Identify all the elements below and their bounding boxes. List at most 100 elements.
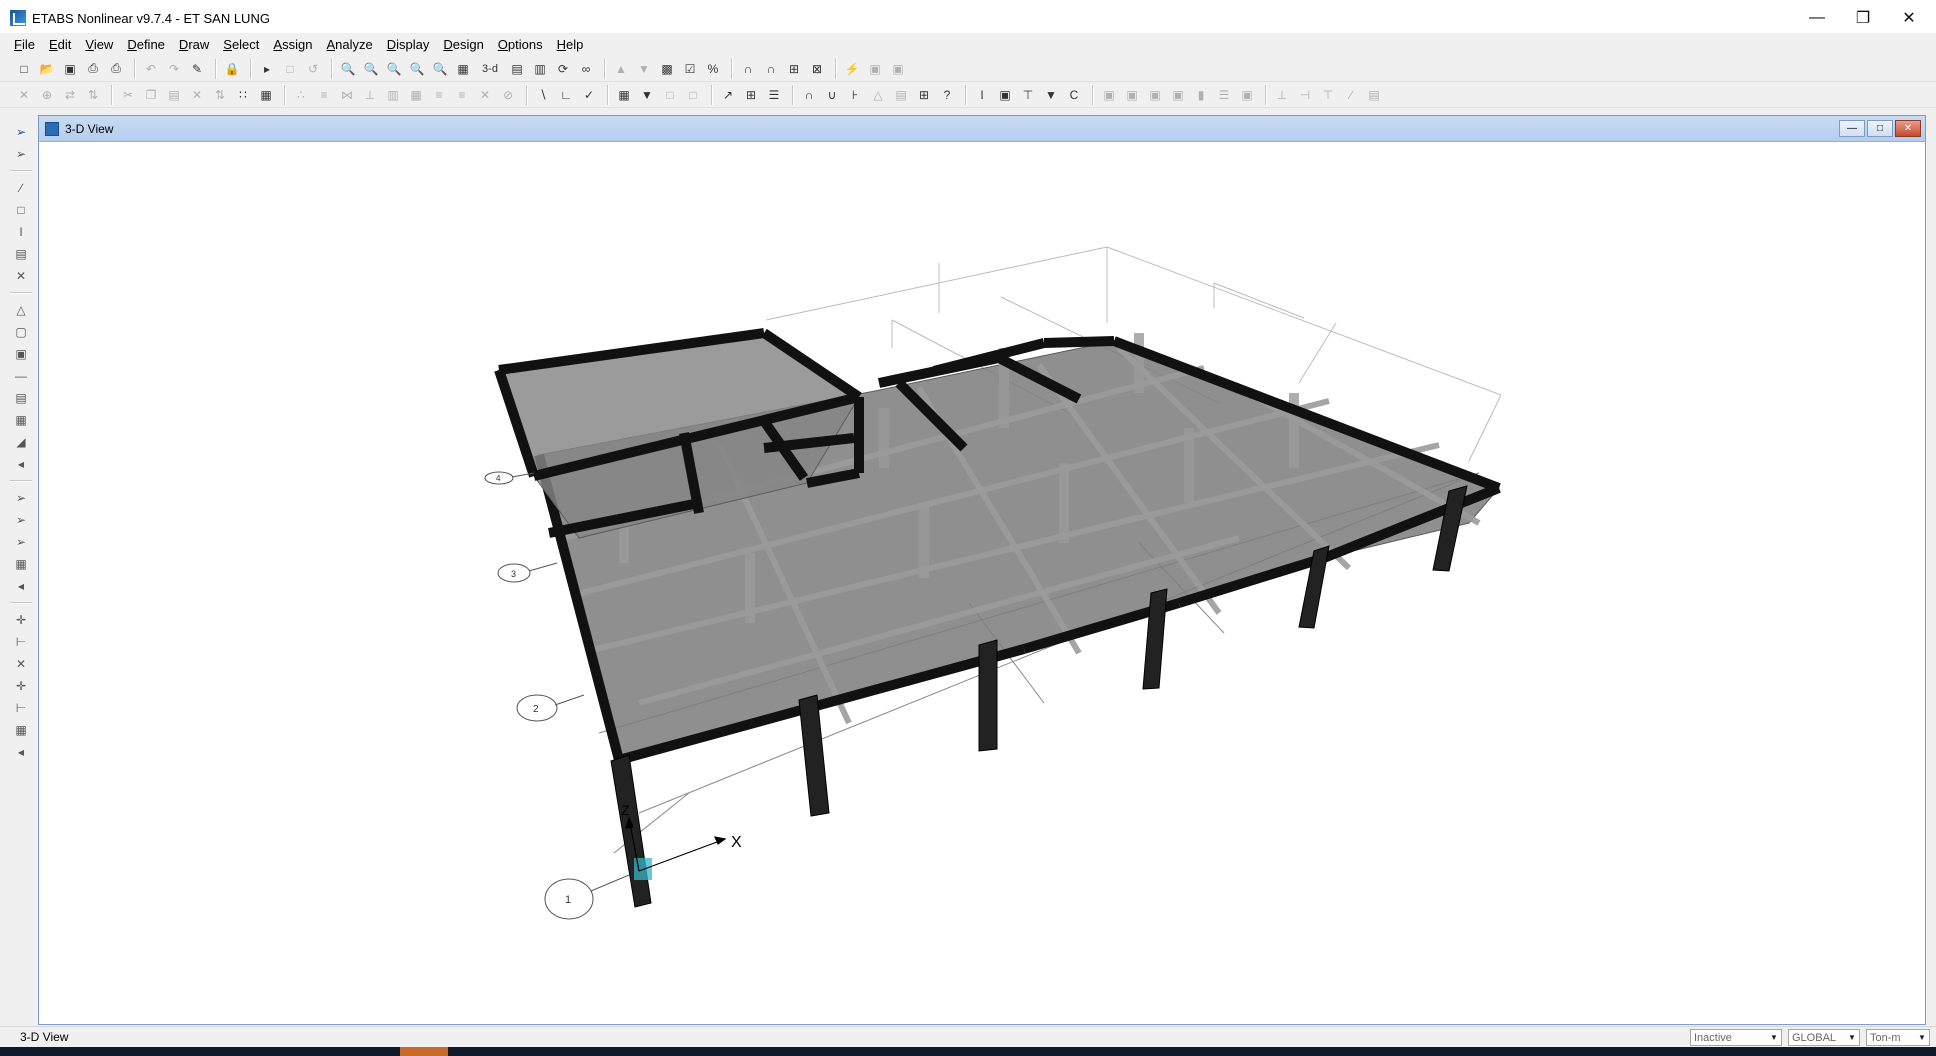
replicate-icon[interactable]: ⊕ — [37, 85, 57, 105]
snap-off-icon[interactable]: ✕ — [475, 85, 495, 105]
area-section-icon[interactable]: ▣ — [995, 85, 1015, 105]
copy-icon[interactable]: ❐ — [141, 85, 161, 105]
design-shear-icon[interactable]: ☰ — [1214, 85, 1234, 105]
draw-area-object-icon[interactable]: △ — [10, 300, 32, 320]
lightning-icon[interactable]: ⚡ — [842, 59, 862, 79]
plan-view-icon[interactable]: ▤ — [507, 59, 527, 79]
menu-draw[interactable]: Draw — [179, 37, 209, 52]
design-check-icon[interactable]: ▣ — [1237, 85, 1257, 105]
draw-line-object-icon[interactable]: ∕ — [10, 178, 32, 198]
menu-options[interactable]: Options — [498, 37, 543, 52]
get-previous-selection-icon[interactable]: ➢ — [10, 510, 32, 530]
design-steel-icon[interactable]: ▣ — [1099, 85, 1119, 105]
snap-to-ends-icon[interactable]: ⊢ — [10, 632, 32, 652]
zoom-window-icon[interactable]: 🔍 — [338, 59, 358, 79]
dimension-icon[interactable]: ⊥ — [1272, 85, 1292, 105]
link-icon[interactable]: C — [1064, 85, 1084, 105]
stories-icon[interactable]: ▦ — [256, 85, 276, 105]
snap-extension-icon[interactable]: ≡ — [429, 85, 449, 105]
snap-parallel-icon[interactable]: ≡ — [452, 85, 472, 105]
delete-object-icon[interactable]: ✕ — [187, 85, 207, 105]
more-tools-dot-icon[interactable]: ◀ — [10, 454, 32, 474]
grid-icon[interactable]: ▦ — [614, 85, 634, 105]
pan-icon[interactable]: ▦ — [453, 59, 473, 79]
snap-to-points-icon[interactable]: ✛ — [10, 610, 32, 630]
design-wall-icon[interactable]: ▮ — [1191, 85, 1211, 105]
frame-section-icon[interactable]: I — [972, 85, 992, 105]
move-up-icon[interactable]: ▲ — [611, 59, 631, 79]
menu-design[interactable]: Design — [443, 37, 483, 52]
reaction-icon[interactable]: △ — [868, 85, 888, 105]
frame-continuous-icon[interactable]: ∩ — [761, 59, 781, 79]
snap-perpendicular-icon[interactable]: ⊥ — [360, 85, 380, 105]
draw-area-icon[interactable]: □ — [660, 85, 680, 105]
chart-axis-icon[interactable]: ⊞ — [741, 85, 761, 105]
more-select-dot-icon[interactable]: ◀ — [10, 576, 32, 596]
menu-assign[interactable]: Assign — [273, 37, 312, 52]
select-pointer-icon[interactable]: ➢ — [10, 122, 32, 142]
mirror-icon[interactable]: ⇄ — [60, 85, 80, 105]
measure-icon[interactable]: ⊣ — [1295, 85, 1315, 105]
spandrel-icon[interactable]: ▼ — [1041, 85, 1061, 105]
menu-select[interactable]: Select — [223, 37, 259, 52]
chart-icon[interactable]: ↗ — [718, 85, 738, 105]
object-shrink-icon[interactable]: ▩ — [657, 59, 677, 79]
deformed-shape-icon[interactable]: ▣ — [865, 59, 885, 79]
layers-icon[interactable]: ☰ — [764, 85, 784, 105]
select-all-icon[interactable]: ➢ — [10, 488, 32, 508]
draw-check-icon[interactable]: ✓ — [579, 85, 599, 105]
design-concrete-icon[interactable]: ▣ — [1122, 85, 1142, 105]
redo-icon[interactable]: ↷ — [164, 59, 184, 79]
design-joist-icon[interactable]: ▣ — [1168, 85, 1188, 105]
cut-icon[interactable]: ✂ — [118, 85, 138, 105]
snap-to-intersections-icon[interactable]: ✕ — [10, 654, 32, 674]
more-snap-dot-icon[interactable]: ◀ — [10, 742, 32, 762]
minimize-button[interactable]: — — [1794, 0, 1840, 36]
pier-label-icon[interactable]: ⊤ — [1018, 85, 1038, 105]
run-analysis-icon[interactable]: ▸ — [257, 59, 277, 79]
restore-button[interactable]: ❐ — [1840, 0, 1886, 36]
draw-dimension-icon[interactable]: ◢ — [10, 432, 32, 452]
table-display-icon[interactable]: ⊞ — [914, 85, 934, 105]
new-file-icon[interactable]: □ — [14, 59, 34, 79]
clear-selection-icon[interactable]: ➢ — [10, 532, 32, 552]
snap-points-icon[interactable]: ∴ — [291, 85, 311, 105]
view-maximize-button[interactable]: □ — [1867, 120, 1893, 137]
print-preview-icon[interactable]: ⎙ — [106, 59, 126, 79]
align-points-icon[interactable]: ⇅ — [83, 85, 103, 105]
set-display-options-icon[interactable]: ☑ — [680, 59, 700, 79]
menu-file[interactable]: File — [14, 37, 35, 52]
draw-polyline-icon[interactable]: ∟ — [556, 85, 576, 105]
draw-frame-icon[interactable]: □ — [10, 200, 32, 220]
grid-points-icon[interactable]: ∷ — [233, 85, 253, 105]
menu-view[interactable]: View — [85, 37, 113, 52]
snap-midpoint-icon[interactable]: ▥ — [383, 85, 403, 105]
open-folder-icon[interactable]: 📂 — [37, 59, 57, 79]
ruler-icon[interactable]: ⊤ — [1318, 85, 1338, 105]
rotate-3d-icon[interactable]: ⟳ — [553, 59, 573, 79]
snap-options-icon[interactable]: ⊘ — [498, 85, 518, 105]
menu-edit[interactable]: Edit — [49, 37, 71, 52]
menu-analyze[interactable]: Analyze — [326, 37, 372, 52]
rubber-band-zoom-icon[interactable]: □ — [280, 59, 300, 79]
view-close-button[interactable]: ✕ — [1895, 120, 1921, 137]
zoom-full-icon[interactable]: 🔍 — [407, 59, 427, 79]
view-minimize-button[interactable]: — — [1839, 120, 1865, 137]
shear-diagram-icon[interactable]: ∪ — [822, 85, 842, 105]
frame-braced-icon[interactable]: ⊞ — [784, 59, 804, 79]
undo-icon[interactable]: ↶ — [141, 59, 161, 79]
design-composite-icon[interactable]: ▣ — [1145, 85, 1165, 105]
snap-intersect-icon[interactable]: ⋈ — [337, 85, 357, 105]
units-dropdown[interactable]: Ton-m ▼ — [1866, 1029, 1930, 1046]
elevation-view-icon[interactable]: ▥ — [530, 59, 550, 79]
stress-icon[interactable]: ▤ — [891, 85, 911, 105]
print-icon[interactable]: ⎙ — [83, 59, 103, 79]
pencil-icon[interactable]: ✎ — [187, 59, 207, 79]
menu-define[interactable]: Define — [127, 37, 165, 52]
draw-column-icon[interactable]: I — [10, 222, 32, 242]
moment-diagram-icon[interactable]: ∩ — [799, 85, 819, 105]
snap-grid-icon[interactable]: ▦ — [406, 85, 426, 105]
menu-display[interactable]: Display — [387, 37, 430, 52]
snap-to-fine-grid-icon[interactable]: ▦ — [10, 720, 32, 740]
draw-window-icon[interactable]: ▤ — [10, 388, 32, 408]
